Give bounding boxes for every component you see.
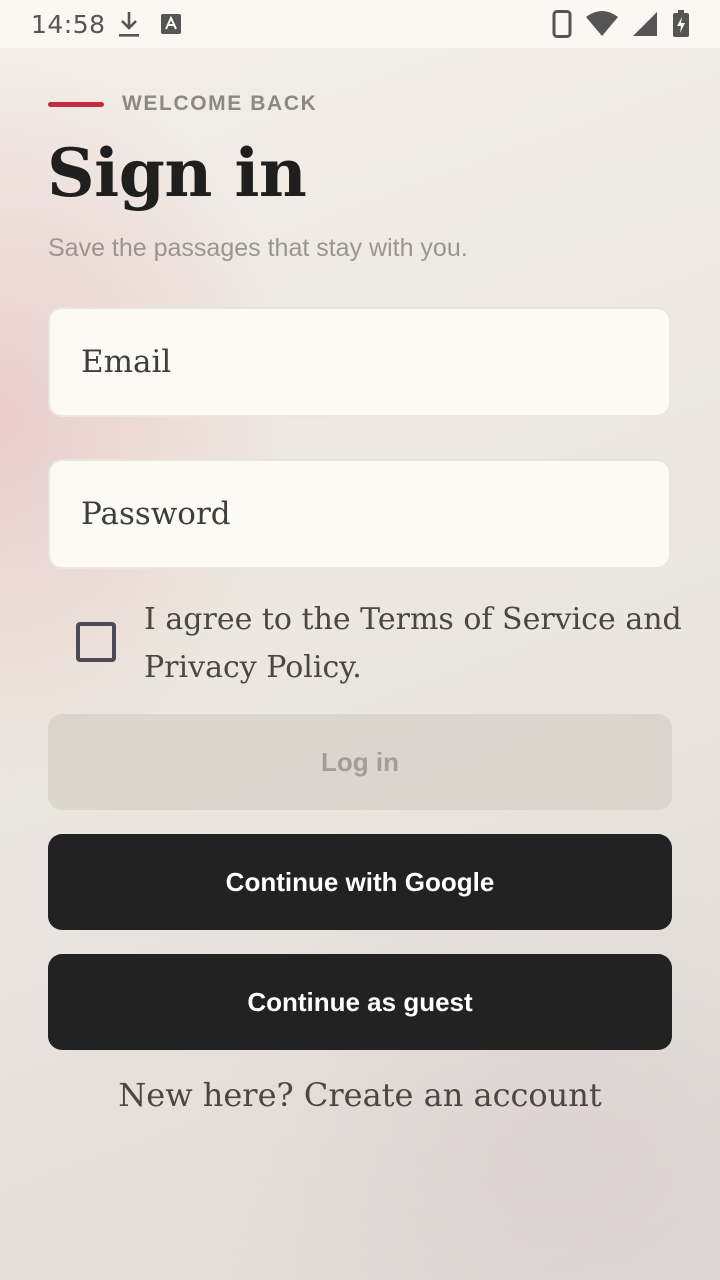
phone-icon xyxy=(552,10,572,38)
page-subtitle: Save the passages that stay with you. xyxy=(48,234,468,262)
status-bar: 14:58 xyxy=(0,0,720,48)
download-icon xyxy=(118,10,140,38)
a-badge-icon xyxy=(160,13,182,35)
email-field[interactable] xyxy=(48,307,671,417)
google-signin-button[interactable]: Continue with Google xyxy=(48,834,672,930)
wifi-icon xyxy=(586,11,618,37)
eyebrow-text: WELCOME BACK xyxy=(122,92,318,115)
signal-icon xyxy=(632,11,658,37)
email-input[interactable] xyxy=(81,344,669,380)
page-title: Sign in xyxy=(47,134,307,212)
accent-line xyxy=(48,101,104,107)
battery-charging-icon xyxy=(672,10,690,38)
terms-checkbox[interactable] xyxy=(76,622,116,662)
status-right-icons xyxy=(552,10,690,38)
password-field[interactable] xyxy=(48,459,671,569)
terms-label[interactable]: I agree to the Terms of Service and Priv… xyxy=(144,596,684,692)
status-left-icons xyxy=(118,10,182,38)
create-account-link[interactable]: New here? Create an account xyxy=(0,1076,720,1114)
eyebrow: WELCOME BACK xyxy=(48,92,317,116)
guest-button[interactable]: Continue as guest xyxy=(48,954,672,1050)
password-input[interactable] xyxy=(81,496,669,532)
login-button[interactable]: Log in xyxy=(48,714,672,810)
status-time: 14:58 xyxy=(31,9,106,39)
